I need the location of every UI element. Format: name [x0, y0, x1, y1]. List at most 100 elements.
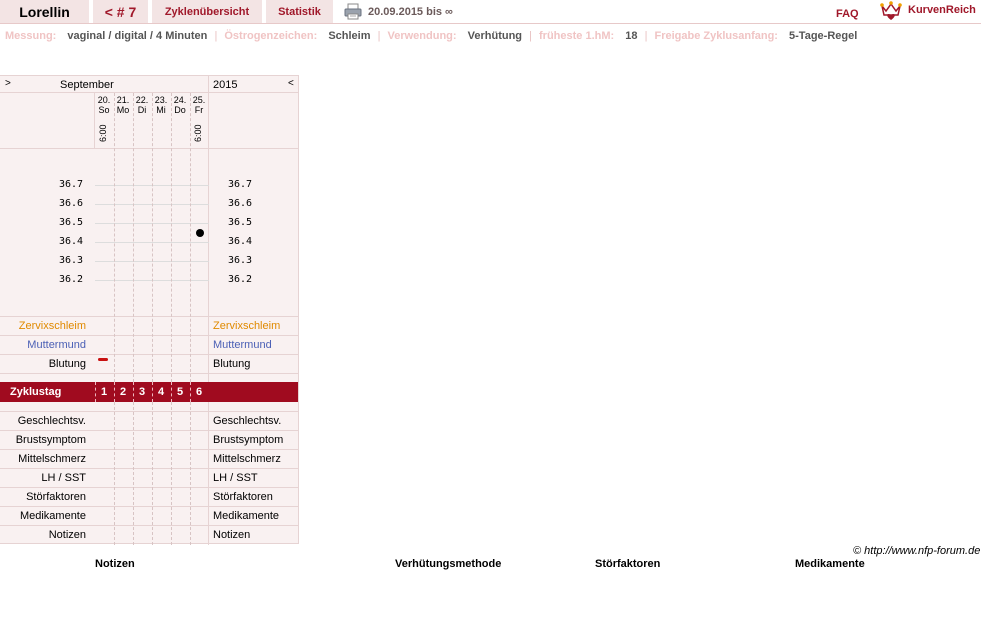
cycle-day-number: 3	[138, 386, 146, 398]
next-month-arrow[interactable]: <	[288, 78, 294, 89]
estrogen-label: Östrogenzeichen:	[224, 30, 318, 42]
cycle-day-number: 6	[195, 386, 203, 398]
cycle-day-divider	[152, 382, 153, 402]
cycle-settings-line: Messung: vaginal / digital / 4 Minuten |…	[5, 30, 857, 42]
day-header: 21. Mo	[114, 95, 132, 115]
day-column-divider	[152, 402, 153, 545]
day-date: 21.	[116, 95, 130, 105]
measure-time: 6:00	[193, 124, 203, 142]
cycle-day-divider	[171, 382, 172, 402]
temp-label-right: 36.5	[228, 217, 253, 228]
day-column-divider	[190, 402, 191, 545]
day-column-divider	[171, 402, 172, 545]
notes-heading: Notizen	[95, 558, 135, 570]
day-column-divider	[133, 93, 134, 382]
day-column-divider	[114, 93, 115, 382]
day-header: 23. Mi	[152, 95, 170, 115]
day-header: 20. So	[95, 95, 113, 115]
temp-label-left: 36.5	[59, 217, 84, 228]
faq-link[interactable]: FAQ	[836, 8, 859, 20]
cycle-day-number: 1	[100, 386, 108, 398]
row-label-midpain: Mittelschmerz	[18, 453, 86, 465]
prev-month-arrow[interactable]: >	[5, 78, 11, 89]
bleeding-mark[interactable]	[98, 358, 108, 361]
row-label-midpain-right: Mittelschmerz	[213, 453, 281, 465]
release-value: 5-Tage-Regel	[789, 30, 858, 42]
temp-label-right: 36.4	[228, 236, 253, 247]
day-weekday: So	[98, 105, 110, 115]
day-date: 24.	[173, 95, 187, 105]
copyright-link[interactable]: © http://www.nfp-forum.de	[853, 545, 980, 557]
row-label-breast-right: Brustsymptom	[213, 434, 284, 446]
cycle-day-divider	[133, 382, 134, 402]
top-divider	[0, 23, 981, 24]
row-label-notes-right: Notizen	[213, 529, 251, 541]
cycle-day-divider	[114, 382, 115, 402]
day-weekday: Di	[137, 105, 147, 115]
medication-heading: Medikamente	[795, 558, 865, 570]
earliest-label: früheste 1.hM:	[539, 30, 615, 42]
brand-name[interactable]: KurvenReich	[908, 4, 976, 16]
cycle-day-number: 2	[119, 386, 127, 398]
measure-time: 6:00	[98, 124, 108, 142]
estrogen-value: Schleim	[328, 30, 371, 42]
row-label-bleeding-right: Blutung	[213, 358, 251, 370]
row-label-cervix: Muttermund	[27, 339, 86, 351]
row-label-mucus-right: Zervixschleim	[213, 320, 281, 332]
year-label: 2015	[213, 79, 238, 91]
day-header: 24. Do	[171, 95, 189, 115]
profile-tab[interactable]: Lorellin	[0, 0, 89, 23]
day-date: 20.	[97, 95, 111, 105]
row-label-breast: Brustsymptom	[15, 434, 86, 446]
row-label-notes: Notizen	[48, 529, 86, 541]
day-column-divider	[190, 93, 191, 382]
day-weekday: Mo	[116, 105, 130, 115]
date-range: 20.09.2015 bis ∞	[368, 6, 453, 18]
day-header: 25. Fr	[190, 95, 208, 115]
day-column-divider	[133, 402, 134, 545]
top-bar: Lorellin < # 7 Zyklenübersicht Statistik…	[0, 0, 981, 24]
crown-heart-logo[interactable]	[879, 0, 903, 22]
day-column-divider	[171, 93, 172, 382]
day-header: 22. Di	[133, 95, 151, 115]
use-value: Verhütung	[467, 30, 523, 42]
day-weekday: Fr	[194, 105, 204, 115]
separator: |	[214, 30, 218, 42]
day-weekday: Mi	[156, 105, 166, 115]
cycle-day-number: 5	[176, 386, 184, 398]
row-label-cervix-right: Muttermund	[213, 339, 272, 351]
row-label-meds-right: Medikamente	[213, 510, 280, 522]
temp-label-right: 36.7	[228, 179, 253, 190]
temperature-point[interactable]	[195, 228, 204, 237]
day-date: 23.	[154, 95, 168, 105]
cycle-overview-tab[interactable]: Zyklenübersicht	[152, 0, 262, 23]
day-date: 25.	[192, 95, 206, 105]
row-label-disturb: Störfaktoren	[26, 491, 86, 503]
use-label: Verwendung:	[387, 30, 457, 42]
temp-label-left: 36.6	[59, 198, 84, 209]
temp-label-left: 36.4	[59, 236, 84, 247]
row-label-intercourse: Geschlechtsv.	[17, 415, 86, 427]
day-weekday: Do	[174, 105, 186, 115]
measure-value: vaginal / digital / 4 Minuten	[67, 30, 208, 42]
cycle-day-label: Zyklustag	[10, 386, 62, 398]
temp-label-right: 36.3	[228, 255, 253, 266]
row-label-intercourse-right: Geschlechtsv.	[213, 415, 282, 427]
printer-icon[interactable]	[344, 3, 362, 20]
temp-label-left: 36.7	[59, 179, 84, 190]
cycle-day-bar: Zyklustag 123456	[0, 382, 298, 402]
row-label-mucus: Zervixschleim	[18, 320, 86, 332]
day-column-divider	[114, 402, 115, 545]
row-label-bleeding: Blutung	[48, 358, 86, 370]
cycle-day-divider	[95, 382, 96, 402]
method-heading: Verhütungsmethode	[395, 558, 502, 570]
cycle-day-divider	[190, 382, 191, 402]
separator: |	[644, 30, 648, 42]
day-column-divider	[152, 93, 153, 382]
row-label-lh-right: LH / SST	[213, 472, 258, 484]
cycle-number-tab[interactable]: < # 7	[93, 0, 148, 23]
day-date: 22.	[135, 95, 149, 105]
statistics-tab[interactable]: Statistik	[266, 0, 333, 23]
release-label: Freigabe Zyklusanfang:	[654, 30, 778, 42]
row-label-lh: LH / SST	[41, 472, 86, 484]
